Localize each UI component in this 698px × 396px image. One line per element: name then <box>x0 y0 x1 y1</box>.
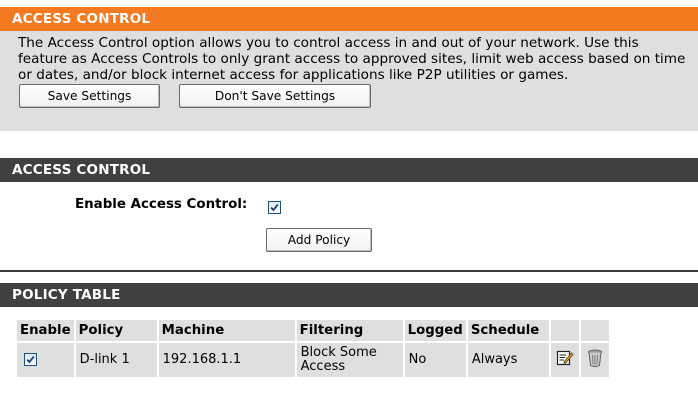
row-logged: No <box>404 343 466 377</box>
column-header-enable: Enable <box>17 320 74 341</box>
column-header-policy: Policy <box>75 320 157 341</box>
access-control-header: ACCESS CONTROL <box>0 158 698 182</box>
enable-access-control-checkbox[interactable] <box>268 201 281 214</box>
enable-access-control-label: Enable Access Control: <box>75 197 248 212</box>
add-policy-button[interactable]: Add Policy <box>266 228 372 252</box>
dont-save-settings-button[interactable]: Don't Save Settings <box>179 84 371 108</box>
edit-icon[interactable] <box>556 349 574 371</box>
section-divider <box>0 270 698 272</box>
table-row: D-link 1 192.168.1.1 Block Some Access N… <box>17 343 609 377</box>
row-schedule: Always <box>467 343 549 377</box>
column-header-delete <box>580 320 609 341</box>
row-filtering: Block Some Access <box>296 343 403 377</box>
row-policy-name: D-link 1 <box>75 343 157 377</box>
row-delete-cell <box>580 343 609 377</box>
intro-panel: The Access Control option allows you to … <box>0 31 698 131</box>
table-header-row: Enable Policy Machine Filtering Logged S… <box>17 320 609 341</box>
column-header-schedule: Schedule <box>467 320 549 341</box>
checkmark-icon <box>270 204 279 212</box>
checkmark-icon <box>26 356 35 364</box>
trash-icon[interactable] <box>586 348 604 372</box>
access-control-title: ACCESS CONTROL <box>0 7 698 31</box>
row-enable-cell <box>17 343 74 377</box>
column-header-logged: Logged <box>404 320 466 341</box>
column-header-filtering: Filtering <box>296 320 403 341</box>
row-machine: 192.168.1.1 <box>158 343 295 377</box>
intro-description: The Access Control option allows you to … <box>18 35 686 83</box>
policy-table: Enable Policy Machine Filtering Logged S… <box>15 318 611 379</box>
column-header-edit <box>550 320 579 341</box>
row-edit-cell <box>550 343 579 377</box>
save-settings-button[interactable]: Save Settings <box>19 84 160 108</box>
row-enable-checkbox[interactable] <box>24 353 37 366</box>
column-header-machine: Machine <box>158 320 295 341</box>
policy-table-header: POLICY TABLE <box>0 283 698 307</box>
